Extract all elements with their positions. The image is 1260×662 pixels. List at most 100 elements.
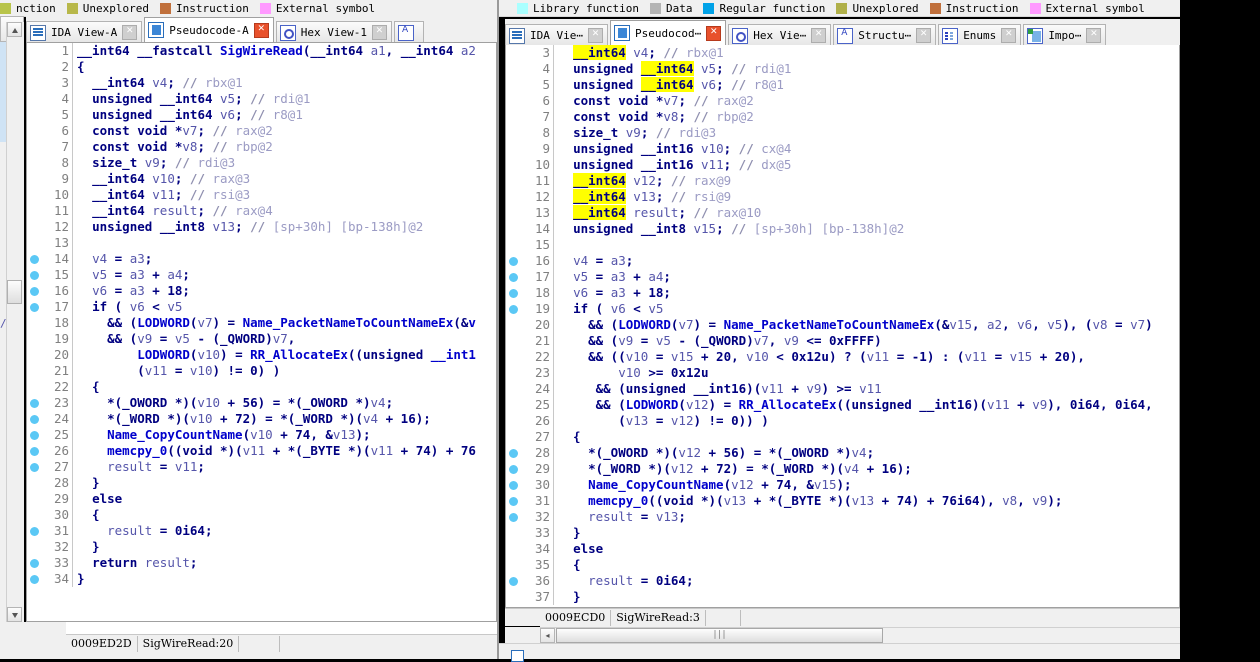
code-line[interactable]: 2{	[27, 59, 496, 75]
tab-hex-vie[interactable]: Hex Vie⋯ ✕	[728, 24, 832, 46]
breakpoint-gutter[interactable]	[506, 93, 522, 109]
breakpoint-gutter[interactable]	[27, 395, 43, 411]
breakpoint-icon[interactable]	[509, 577, 518, 586]
breakpoint-gutter[interactable]	[506, 285, 522, 301]
code-text[interactable]: {	[554, 557, 1179, 573]
code-line[interactable]: 37 }	[506, 589, 1179, 605]
code-text[interactable]: memcpy_0((void *)(v11 + *(_BYTE *)(v11 +…	[73, 443, 496, 459]
breakpoint-gutter[interactable]	[27, 491, 43, 507]
breakpoint-gutter[interactable]	[506, 541, 522, 557]
breakpoint-gutter[interactable]	[27, 555, 43, 571]
code-line[interactable]: 21 (v11 = v10) != 0) )	[27, 363, 496, 379]
breakpoint-icon[interactable]	[30, 559, 39, 568]
breakpoint-gutter[interactable]	[27, 475, 43, 491]
code-line[interactable]: 17 if ( v6 < v5	[27, 299, 496, 315]
code-text[interactable]: __int64 v12; // rax@9	[554, 173, 1179, 189]
code-line[interactable]: 34 else	[506, 541, 1179, 557]
scroll-down-arrow[interactable]	[7, 607, 22, 622]
code-text[interactable]: LODWORD(v10) = RR_AllocateEx((unsigned _…	[73, 347, 496, 363]
code-line[interactable]: 25 && (LODWORD(v12) = RR_AllocateEx((uns…	[506, 397, 1179, 413]
breakpoint-icon[interactable]	[509, 289, 518, 298]
tab-close-icon[interactable]: ✕	[122, 25, 138, 40]
code-text[interactable]: {	[73, 59, 496, 75]
code-text[interactable]: __int64 v4; // rbx@1	[73, 75, 496, 91]
tab-close-icon[interactable]: ✕	[253, 22, 269, 38]
breakpoint-gutter[interactable]	[506, 157, 522, 173]
code-line[interactable]: 36 result = 0i64;	[506, 573, 1179, 589]
breakpoint-gutter[interactable]	[506, 109, 522, 125]
code-line[interactable]: 9 __int64 v10; // rax@3	[27, 171, 496, 187]
breakpoint-gutter[interactable]	[27, 459, 43, 475]
breakpoint-gutter[interactable]	[506, 461, 522, 477]
code-line[interactable]: 31 result = 0i64;	[27, 523, 496, 539]
breakpoint-gutter[interactable]	[506, 205, 522, 221]
breakpoint-icon[interactable]	[30, 399, 39, 408]
tab-close-icon[interactable]: ✕	[371, 25, 387, 40]
tab-ida-vie[interactable]: IDA Vie⋯ ✕	[505, 24, 608, 46]
code-line[interactable]: 28 *(_OWORD *)(v12 + 56) = *(_OWORD *)v4…	[506, 445, 1179, 461]
code-line[interactable]: 30 {	[27, 507, 496, 523]
breakpoint-gutter[interactable]	[506, 125, 522, 141]
breakpoint-gutter[interactable]	[506, 189, 522, 205]
code-line[interactable]: 7 const void *v8; // rbp@2	[506, 109, 1179, 125]
code-text[interactable]	[73, 235, 496, 251]
code-text[interactable]: *(_WORD *)(v10 + 72) = *(_WORD *)(v4 + 1…	[73, 411, 496, 427]
code-line[interactable]: 4 unsigned __int64 v5; // rdi@1	[27, 91, 496, 107]
breakpoint-gutter[interactable]	[27, 171, 43, 187]
code-text[interactable]: __int64 v13; // rsi@9	[554, 189, 1179, 205]
code-text[interactable]: if ( v6 < v5	[554, 301, 1179, 317]
code-line[interactable]: 14 unsigned __int8 v15; // [sp+30h] [bp-…	[506, 221, 1179, 237]
code-text[interactable]: (v11 = v10) != 0) )	[73, 363, 496, 379]
breakpoint-icon[interactable]	[509, 465, 518, 474]
tab-close-icon[interactable]: ✕	[1086, 28, 1102, 43]
breakpoint-gutter[interactable]	[506, 77, 522, 93]
code-text[interactable]: __int64 v11; // rsi@3	[73, 187, 496, 203]
code-line[interactable]: 4 unsigned __int64 v5; // rdi@1	[506, 61, 1179, 77]
breakpoint-gutter[interactable]	[506, 525, 522, 541]
breakpoint-gutter[interactable]	[27, 507, 43, 523]
code-text[interactable]: result = v13;	[554, 509, 1179, 525]
breakpoint-icon[interactable]	[30, 527, 39, 536]
code-text[interactable]: unsigned __int16 v10; // cx@4	[554, 141, 1179, 157]
code-line[interactable]: 6 const void *v7; // rax@2	[506, 93, 1179, 109]
breakpoint-gutter[interactable]	[27, 315, 43, 331]
code-line[interactable]: 8 size_t v9; // rdi@3	[506, 125, 1179, 141]
code-line[interactable]: 3 __int64 v4; // rbx@1	[27, 75, 496, 91]
code-line[interactable]: 15 v5 = a3 + a4;	[27, 267, 496, 283]
code-line[interactable]: 34}	[27, 571, 496, 587]
code-text[interactable]: unsigned __int8 v13; // [sp+30h] [bp-138…	[73, 219, 496, 235]
breakpoint-icon[interactable]	[509, 481, 518, 490]
code-text[interactable]: unsigned __int16 v11; // dx@5	[554, 157, 1179, 173]
breakpoint-icon[interactable]	[30, 271, 39, 280]
code-text[interactable]: Name_CopyCountName(v12 + 74, &v15);	[554, 477, 1179, 493]
code-text[interactable]: result = 0i64;	[554, 573, 1179, 589]
breakpoint-icon[interactable]	[30, 255, 39, 264]
code-text[interactable]: && (v9 = v5 - (_QWORD)v7,	[73, 331, 496, 347]
code-line[interactable]: 3 __int64 v4; // rbx@1	[506, 45, 1179, 61]
hscroll-thumb[interactable]: ∣∣∣	[556, 628, 883, 643]
tab-impo[interactable]: Impo⋯ ✕	[1023, 24, 1107, 46]
code-line[interactable]: 26 (v13 = v12) != 0)) )	[506, 413, 1179, 429]
breakpoint-icon[interactable]	[30, 447, 39, 456]
code-text[interactable]: v4 = a3;	[554, 253, 1179, 269]
code-text[interactable]: && (LODWORD(v7) = Name_PacketNameToCount…	[73, 315, 496, 331]
breakpoint-gutter[interactable]	[27, 59, 43, 75]
code-text[interactable]: {	[73, 507, 496, 523]
code-text[interactable]: }	[73, 571, 496, 587]
code-text[interactable]: v10 >= 0x12u	[554, 365, 1179, 381]
breakpoint-gutter[interactable]	[506, 301, 522, 317]
code-line[interactable]: 16 v6 = a3 + 18;	[27, 283, 496, 299]
breakpoint-gutter[interactable]	[27, 75, 43, 91]
tab-close-icon[interactable]: ✕	[587, 28, 603, 43]
code-text[interactable]: (v13 = v12) != 0)) )	[554, 413, 1179, 429]
breakpoint-gutter[interactable]	[506, 269, 522, 285]
code-text[interactable]: }	[554, 589, 1179, 605]
tab-structu[interactable]: Structu⋯ ✕	[833, 24, 937, 46]
code-line[interactable]: 29 *(_WORD *)(v12 + 72) = *(_WORD *)(v4 …	[506, 461, 1179, 477]
code-line[interactable]: 19 && (v9 = v5 - (_QWORD)v7,	[27, 331, 496, 347]
breakpoint-gutter[interactable]	[506, 141, 522, 157]
breakpoint-icon[interactable]	[509, 497, 518, 506]
code-line[interactable]: 7 const void *v8; // rbp@2	[27, 139, 496, 155]
code-line[interactable]: 20 LODWORD(v10) = RR_AllocateEx((unsigne…	[27, 347, 496, 363]
breakpoint-gutter[interactable]	[27, 411, 43, 427]
